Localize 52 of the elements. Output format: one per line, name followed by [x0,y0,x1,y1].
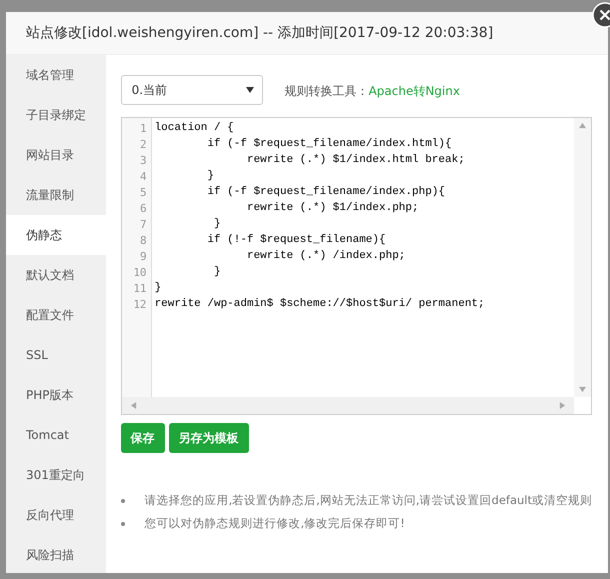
sidebar-item[interactable]: 默认文档 [6,255,106,295]
sidebar-item[interactable]: 流量限制 [6,175,106,215]
sidebar-item[interactable]: 配置文件 [6,295,106,335]
code-line: } [206,170,215,184]
scroll-left-icon[interactable] [130,402,137,409]
sidebar-item[interactable]: PHP版本 [6,375,106,415]
sidebar-item[interactable]: 伪静态 [6,215,106,255]
dialog-title: 站点修改[idol.weishengyiren.com] -- 添加时间[2017-09-12 20:03:38] [6,12,608,55]
line-number: 5 [138,186,148,201]
sidebar-item[interactable]: Tomcat [6,415,106,455]
code-line: rewrite (.*) /index.php; [246,250,406,264]
line-number: 10 [132,266,148,281]
template-select[interactable]: 0.当前 [120,75,263,105]
note-text: 您可以对伪静态规则进行修改,修改完后保存即可! [144,516,405,531]
code-line: if (!-f $request_filename){ [206,234,387,248]
line-number: 2 [138,138,148,153]
line-number: 1 [138,122,148,137]
code-line: rewrite (.*) $1/index.php; [246,202,420,216]
code-editor[interactable] [120,117,592,415]
sidebar-item[interactable]: 子目录绑定 [6,95,106,135]
line-number: 12 [132,298,148,313]
line-number: 4 [138,170,148,185]
sidebar-item[interactable]: SSL [6,335,106,375]
code-line: if (-f $request_filename/index.html){ [206,138,453,152]
sidebar-item[interactable]: 网站目录 [6,135,106,175]
bullet-dot [120,498,125,502]
sidebar-item[interactable]: 风险扫描 [6,535,106,575]
code-line: rewrite (.*) $1/index.html break; [246,154,466,168]
code-line: } [154,282,162,296]
code-line: rewrite /wp-admin$ $scheme://$host$uri/ permanent; [154,298,486,312]
code-line: location / { [154,122,235,136]
line-number: 8 [138,234,148,249]
converter-label: 规则转换工具： [284,84,369,98]
bullet-dot [120,522,125,526]
scroll-right-icon[interactable] [559,402,566,409]
vertical-scrollbar[interactable] [574,118,591,397]
horizontal-scrollbar[interactable] [122,397,574,414]
note-text: 请选择您的应用,若设置伪静态后,网站无法正常访问,请尝试设置回default或清空规则 [144,493,592,508]
scroll-down-icon[interactable] [579,386,586,393]
line-number: 7 [138,218,148,233]
code-line: } [212,266,222,280]
code-line: } [212,218,222,232]
line-number: 6 [138,202,148,217]
line-number: 11 [132,282,148,297]
line-number: 3 [138,154,148,169]
sidebar-item[interactable]: 301重定向 [6,455,106,495]
sidebar-item[interactable]: 域名管理 [6,55,106,95]
sidebar-item[interactable]: 反向代理 [6,495,106,535]
line-number: 9 [138,250,148,265]
code-line: if (-f $request_filename/index.php){ [206,186,446,200]
scroll-up-icon[interactable] [579,122,586,129]
caret-icon [246,87,254,93]
